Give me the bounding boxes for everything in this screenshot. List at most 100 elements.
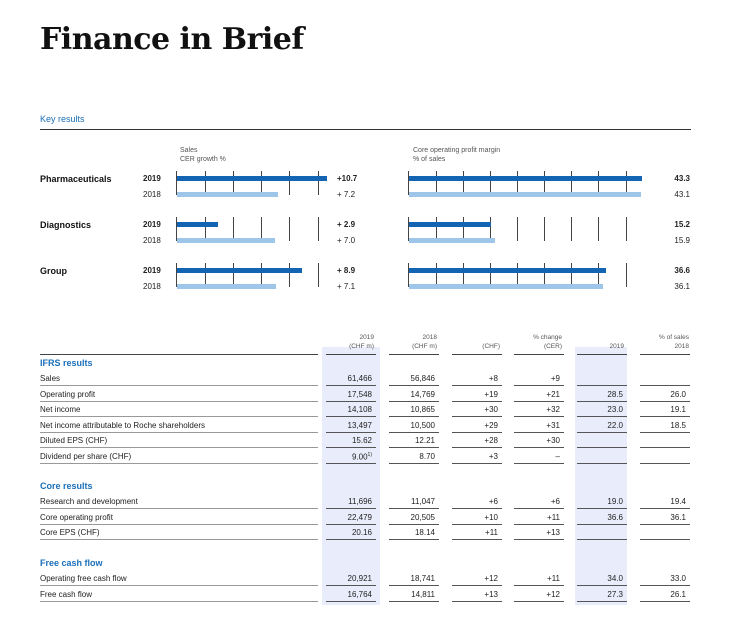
table-cell: +31	[514, 421, 560, 430]
table-cell: 28.5	[577, 390, 623, 399]
row-divider	[40, 416, 318, 417]
row-divider	[40, 600, 318, 602]
table-cell-value: –	[555, 451, 560, 461]
col-header-2018-chf: 2018 (CHF m)	[393, 333, 437, 351]
row-divider	[40, 385, 318, 386]
table-cell: 14,811	[389, 590, 435, 599]
year-label: 2018	[143, 236, 161, 245]
col-header-cer-unit: (CER)	[543, 343, 562, 350]
table-cell: 34.0	[577, 574, 623, 583]
table-cell-value: +29	[484, 420, 498, 430]
year-label: 2018	[143, 190, 161, 199]
table-cell: +11	[452, 528, 498, 537]
table-cell-box	[577, 528, 627, 540]
table-cell: 11,696	[326, 497, 372, 506]
margin-header-line2: % of sales	[413, 156, 446, 163]
table-cell-value: 10,500	[410, 420, 435, 430]
header-underline	[577, 354, 627, 355]
table-cell: +9	[514, 374, 560, 383]
table-cell-value: 18.14	[414, 528, 435, 537]
table-cell-value: +11	[547, 574, 560, 583]
table-section-title: Core results	[40, 481, 93, 491]
margin-value: 15.9	[674, 236, 690, 245]
table-row-label: Operating profit	[40, 389, 96, 399]
header-underline	[40, 354, 318, 355]
table-section-title: IFRS results	[40, 358, 93, 368]
table-cell: 22.0	[577, 421, 623, 430]
growth-value: + 7.0	[337, 236, 356, 245]
col-header-sales-2019: 2019	[580, 333, 624, 351]
table-cell: 22,479	[326, 513, 372, 522]
table-row-label: Sales	[40, 374, 61, 383]
table-row-label: Operating free cash flow	[40, 574, 127, 583]
col-header-2018-unit: (CHF m)	[412, 343, 437, 350]
table-cell-value: +3	[488, 451, 498, 461]
row-divider	[40, 431, 318, 433]
margin-header-line1: Core operating profit margin	[413, 147, 501, 154]
table-cell: +13	[514, 528, 560, 537]
col-header-change-chf: (CHF)	[456, 333, 500, 351]
gridline	[517, 217, 518, 241]
table-cell-value: 22,479	[347, 512, 372, 522]
table-cell: 18.14	[389, 528, 435, 537]
row-divider	[40, 447, 318, 448]
table-cell-value: +11	[547, 512, 560, 522]
table-cell-value: +6	[488, 497, 498, 506]
table-cell-box	[640, 436, 690, 448]
growth-value: + 8.9	[337, 266, 356, 275]
table-cell-value: +6	[550, 497, 560, 506]
table-cell-box	[640, 374, 690, 386]
table-cell-value: 19.1	[670, 405, 686, 414]
table-cell-value: 19.0	[607, 497, 623, 506]
table-cell-value: +13	[484, 589, 498, 599]
col-header-sales-title: % of sales	[659, 334, 689, 341]
table-cell: 16,764	[326, 590, 372, 599]
table-cell-value: 33.0	[670, 574, 686, 583]
table-cell-value: 34.0	[607, 574, 623, 583]
growth-bar	[177, 192, 278, 197]
header-underline	[514, 354, 564, 355]
gridline	[571, 217, 572, 241]
header-underline	[326, 354, 376, 355]
growth-bar	[177, 222, 218, 227]
table-row-label: Free cash flow	[40, 589, 93, 599]
table-cell-value: 14,769	[410, 389, 435, 399]
table-cell: 13,497	[326, 421, 372, 430]
table-cell-box	[640, 452, 690, 464]
table-cell: +10	[452, 513, 498, 522]
table-cell: 20.16	[326, 528, 372, 537]
col-header-change-title: % change	[533, 334, 562, 341]
growth-bar	[177, 176, 327, 181]
table-cell: +13	[452, 590, 498, 599]
margin-value: 36.1	[674, 282, 690, 291]
growth-value: + 2.9	[337, 220, 356, 229]
col-header-sales-2018: % of sales 2018	[645, 333, 689, 351]
table-row-label: Core operating profit	[40, 512, 113, 522]
margin-header: Core operating profit margin % of sales	[413, 146, 500, 164]
table-cell-value: 14,108	[347, 405, 372, 414]
growth-bar	[177, 238, 275, 243]
segment-name: Diagnostics	[40, 220, 92, 230]
table-cell: 14,108	[326, 405, 372, 414]
table-cell-value: +12	[546, 589, 560, 599]
table-cell-value: 19.4	[670, 497, 686, 506]
table-cell-value: 8.70	[419, 451, 435, 461]
growth-value: +10.7	[337, 174, 358, 183]
gridline	[289, 171, 290, 195]
table-row-label: Core EPS (CHF)	[40, 528, 100, 537]
table-cell-value: 20,505	[410, 512, 435, 522]
table-cell-box	[640, 528, 690, 540]
row-divider	[40, 400, 318, 402]
table-cell-value: 18.5	[670, 420, 686, 430]
col-header-sales-2018-year: 2018	[674, 343, 689, 350]
table-cell-value: 61,466	[347, 374, 372, 383]
table-cell-value: 18,741	[410, 574, 435, 583]
table-cell: 36.6	[577, 513, 623, 522]
table-cell: +11	[514, 513, 560, 522]
header-underline	[389, 354, 439, 355]
table-cell-box	[577, 436, 627, 448]
col-header-chf-blank	[456, 333, 500, 342]
table-cell: 56,846	[389, 374, 435, 383]
table-cell-value: 36.6	[607, 512, 623, 522]
table-cell: 23.0	[577, 405, 623, 414]
